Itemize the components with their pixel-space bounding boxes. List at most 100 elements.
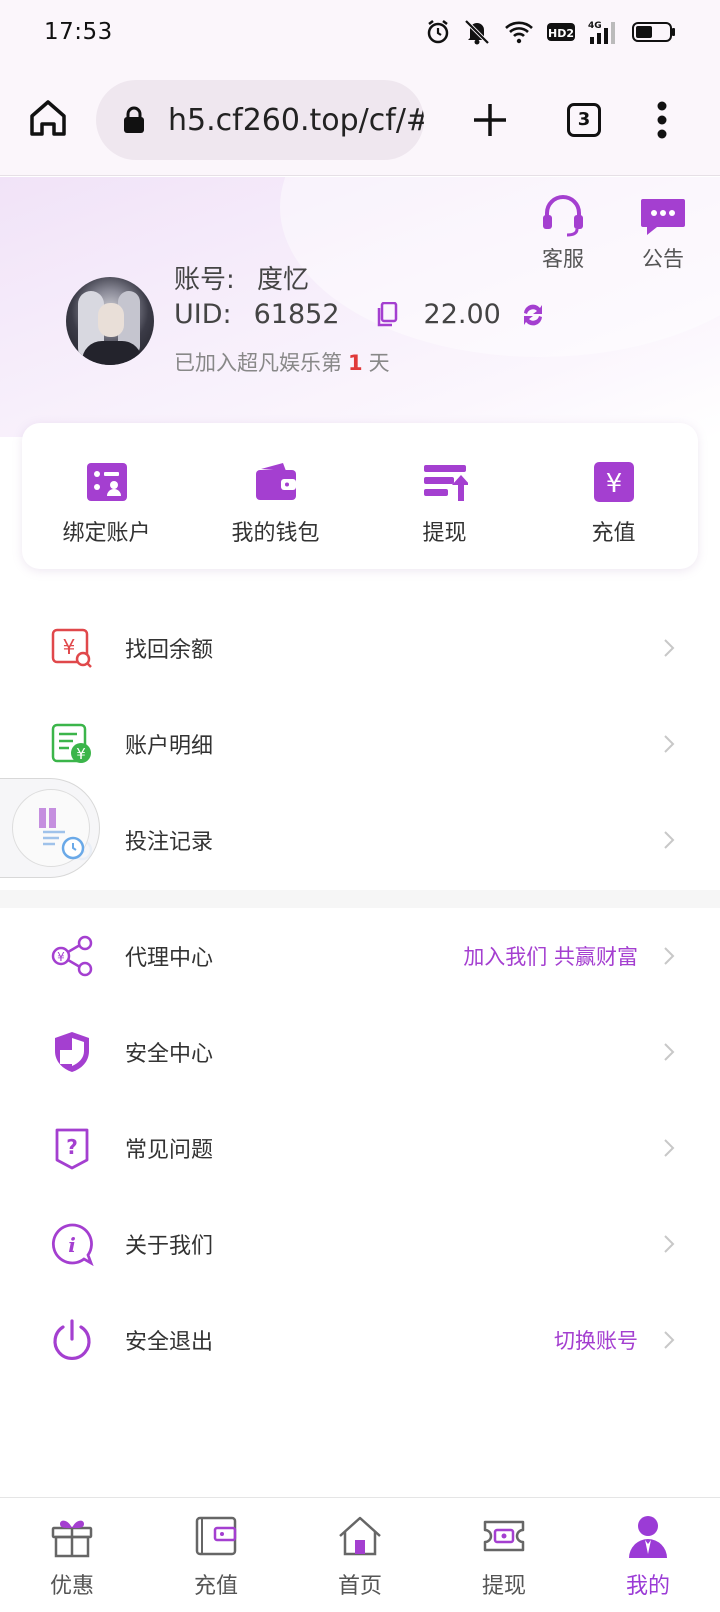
refresh-icon[interactable] — [519, 301, 547, 329]
account-detail-label: 账户明细 — [125, 734, 214, 759]
gift-icon — [51, 1520, 93, 1558]
customer-service-label: 客服 — [542, 247, 584, 271]
account-name: 度忆 — [257, 265, 310, 295]
menu-item-about-us[interactable]: i 关于我们 — [0, 1196, 720, 1292]
uid-value: 61852 — [253, 299, 340, 330]
chevron-right-icon — [664, 735, 675, 753]
more-menu-icon[interactable] — [656, 100, 668, 140]
menu-item-agent-center[interactable]: ¥ 代理中心 加入我们 共赢财富 — [0, 908, 720, 1004]
wifi-icon — [505, 21, 533, 44]
bind-account-button[interactable]: 绑定账户 — [22, 423, 191, 569]
agent-share-icon: ¥ — [51, 935, 93, 977]
question-icon: ? — [55, 1128, 89, 1170]
copy-icon[interactable] — [376, 301, 398, 328]
uid-label: UID: — [174, 299, 232, 330]
chevron-right-icon — [664, 831, 675, 849]
tab-promotions-label: 优惠 — [49, 1574, 94, 1599]
bet-record-label: 投注记录 — [125, 830, 214, 855]
uid-line: UID: 61852 22.00 — [174, 299, 547, 330]
address-bar[interactable]: h5.cf260.top/cf/# — [96, 80, 424, 160]
status-time: 17:53 — [44, 19, 113, 45]
joined-prefix: 已加入超凡娱乐第 — [174, 351, 342, 375]
svg-text:4G: 4G — [588, 21, 602, 31]
power-icon — [53, 1319, 91, 1361]
menu-item-recover-balance[interactable]: ¥ 找回余额 — [0, 600, 720, 696]
menu-group-2: ¥ 代理中心 加入我们 共赢财富 安全中心 ? 常见问题 i 关于我们 安全退出… — [0, 908, 720, 1388]
bottom-tab-bar: 优惠 充值 首页 提现 我的 — [0, 1497, 720, 1612]
tab-withdraw[interactable]: 提现 — [432, 1498, 576, 1612]
tab-recharge-label: 充值 — [193, 1574, 238, 1599]
agent-center-label: 代理中心 — [125, 946, 214, 971]
alarm-icon — [427, 20, 449, 44]
bind-account-icon — [86, 463, 127, 501]
floating-bet-icon — [39, 808, 85, 860]
chevron-right-icon — [664, 947, 675, 965]
recharge-button[interactable]: ¥ 充值 — [529, 423, 698, 569]
faq-label: 常见问题 — [125, 1138, 214, 1163]
chevron-right-icon — [664, 1235, 675, 1253]
announcement-label: 公告 — [642, 247, 684, 271]
svg-text:¥: ¥ — [76, 745, 86, 763]
recharge-icon: ¥ — [593, 462, 634, 502]
recharge-wallet-icon — [195, 1516, 237, 1556]
cash-icon — [483, 1520, 525, 1552]
recover-balance-icon: ¥ — [51, 628, 92, 668]
menu-item-logout[interactable]: 安全退出 切换账号 — [0, 1292, 720, 1388]
avatar[interactable] — [66, 277, 154, 365]
svg-text:i: i — [68, 1233, 76, 1257]
svg-text:HD2: HD2 — [548, 27, 574, 40]
profile-header: 客服 公告 账号: 度忆 UID: 61852 22.00 已加入超凡娱乐第 1 天 — [0, 177, 720, 437]
status-icons: HD2 4G — [426, 19, 676, 45]
switch-account-link[interactable]: 切换账号 — [554, 1325, 638, 1355]
menu-item-bet-record[interactable]: 投注记录 — [0, 792, 720, 888]
signal-4g-icon: 4G — [588, 21, 615, 44]
account-detail-icon: ¥ — [51, 723, 91, 763]
recharge-label: 充值 — [591, 521, 636, 546]
headset-icon — [543, 195, 583, 237]
svg-text:¥: ¥ — [605, 469, 622, 499]
account-line: 账号: 度忆 — [174, 259, 309, 296]
tab-home[interactable]: 首页 — [288, 1498, 432, 1612]
browser-toolbar: h5.cf260.top/cf/# 3 — [0, 64, 720, 176]
menu-item-account-detail[interactable]: ¥ 账户明细 — [0, 696, 720, 792]
my-wallet-label: 我的钱包 — [231, 521, 320, 546]
info-icon: i — [51, 1223, 94, 1266]
svg-text:?: ? — [66, 1135, 78, 1159]
balance-value: 22.00 — [423, 299, 501, 330]
lock-icon — [124, 106, 144, 133]
hd-icon: HD2 — [547, 23, 575, 41]
status-bar: 17:53 HD2 4G — [0, 0, 720, 64]
customer-service-button[interactable]: 客服 — [528, 193, 598, 273]
tab-withdraw-label: 提现 — [481, 1574, 526, 1599]
wallet-icon — [255, 463, 296, 500]
url-text: h5.cf260.top/cf/# — [168, 102, 424, 138]
security-center-label: 安全中心 — [125, 1042, 214, 1067]
chevron-right-icon — [664, 639, 675, 657]
chevron-right-icon — [664, 1331, 675, 1349]
joined-days: 1 — [348, 351, 363, 375]
recover-balance-label: 找回余额 — [125, 638, 214, 663]
tab-switcher-button[interactable]: 3 — [567, 103, 601, 137]
tab-mine[interactable]: 我的 — [576, 1498, 720, 1612]
tab-promotions[interactable]: 优惠 — [0, 1498, 144, 1612]
floating-widget[interactable] — [0, 778, 100, 878]
chevron-right-icon — [664, 1139, 675, 1157]
home-icon[interactable] — [26, 96, 70, 140]
announcement-button[interactable]: 公告 — [628, 193, 698, 273]
battery-icon — [632, 22, 675, 42]
user-icon — [629, 1516, 667, 1558]
menu-item-faq[interactable]: ? 常见问题 — [0, 1100, 720, 1196]
my-wallet-button[interactable]: 我的钱包 — [191, 423, 360, 569]
message-bubble-icon — [641, 199, 685, 235]
menu-item-security-center[interactable]: 安全中心 — [0, 1004, 720, 1100]
withdraw-button[interactable]: 提现 — [360, 423, 529, 569]
new-tab-icon[interactable] — [470, 100, 510, 140]
withdraw-label: 提现 — [422, 521, 467, 546]
menu-group-1: ¥ 找回余额 ¥ 账户明细 投注记录 — [0, 600, 720, 888]
tab-mine-label: 我的 — [625, 1574, 670, 1599]
shield-icon — [55, 1032, 89, 1072]
quick-actions-card: 绑定账户 我的钱包 提现 ¥ 充值 — [22, 423, 698, 569]
svg-text:¥: ¥ — [57, 950, 65, 964]
tab-recharge[interactable]: 充值 — [144, 1498, 288, 1612]
withdraw-icon — [423, 465, 468, 501]
